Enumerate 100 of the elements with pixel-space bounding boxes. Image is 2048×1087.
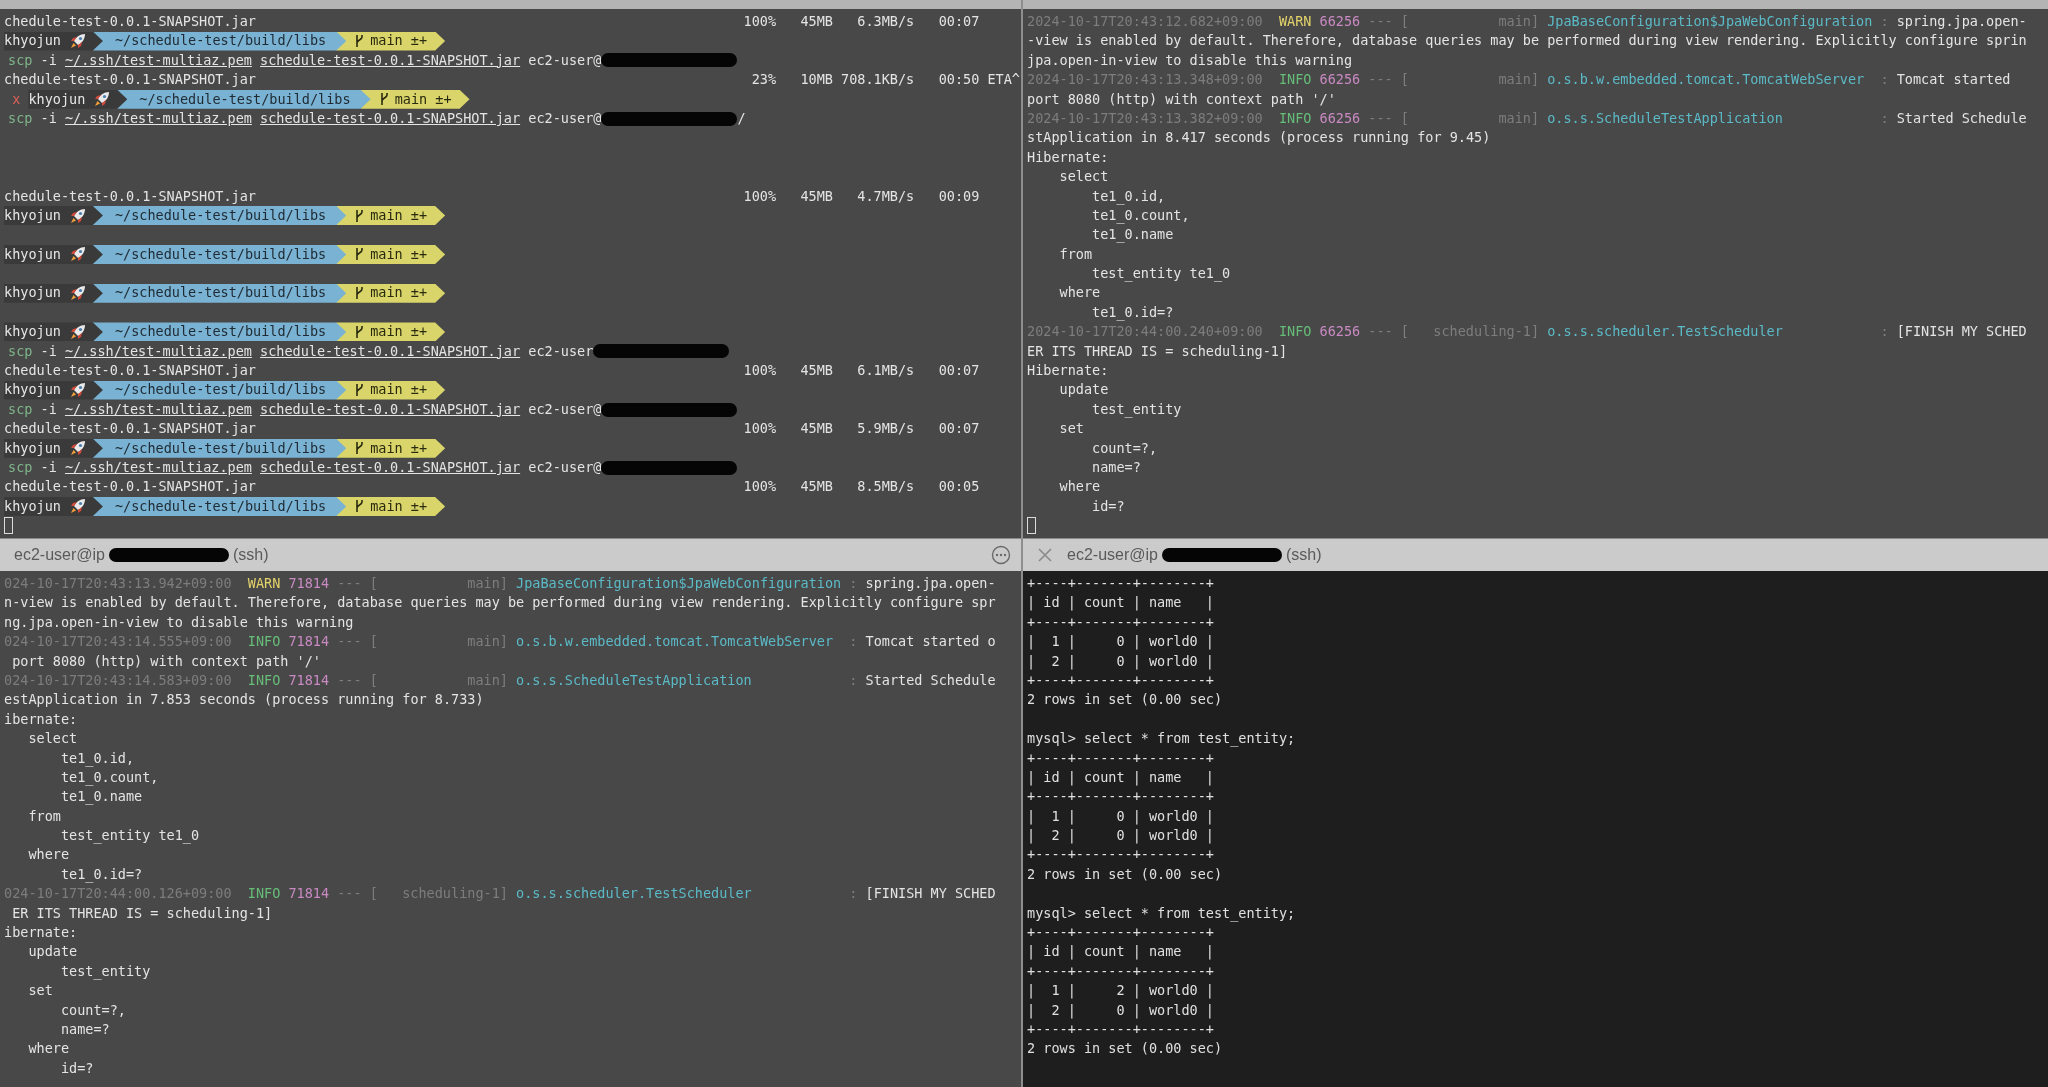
- terminal-line: from: [1058, 244, 1093, 264]
- progress-percent: 100%: [743, 419, 777, 439]
- log-separator: :: [849, 632, 858, 652]
- prompt-path: ~/schedule-test/build/libs: [92, 496, 347, 516]
- terminal-line: te1_0.id,: [59, 748, 135, 768]
- terminal-line: where: [1058, 283, 1101, 303]
- more-icon[interactable]: [991, 545, 1011, 565]
- terminal-line: mysql> select * from test_entity;: [1027, 729, 1296, 749]
- command-option: -i: [40, 458, 57, 478]
- transfer-rate: 8.5MB/s: [856, 477, 915, 497]
- close-icon[interactable]: [1037, 547, 1053, 563]
- branch-icon: [354, 383, 365, 398]
- command-name: scp: [8, 108, 33, 128]
- terminal-line: | 1 | 0 | world0 |: [1027, 806, 1214, 827]
- logger-name: o.s.s.ScheduleTestApplication: [1547, 108, 1784, 128]
- file-name: chedule-test-0.0.1-SNAPSHOT.jar: [4, 361, 257, 381]
- log-separator: --- [: [337, 670, 378, 690]
- log-message: [FINISH MY SCHED: [865, 884, 996, 904]
- log-message: spring.jpa.open-: [1896, 12, 2027, 31]
- branch-icon: [378, 92, 389, 107]
- terminal-line: name=?: [59, 1020, 110, 1039]
- file-name: chedule-test-0.0.1-SNAPSHOT.jar: [4, 70, 257, 90]
- command-option: -i: [40, 50, 57, 71]
- transfer-rate: 4.7MB/s: [856, 186, 915, 206]
- terminal-line: 2 rows in set (0.00 sec): [1027, 1039, 1223, 1059]
- transfer-size: 45MB: [800, 12, 833, 31]
- process-id: 66256: [1319, 108, 1361, 128]
- terminal-line: +----+-------+--------+: [1027, 923, 1214, 943]
- log-separator: :: [1880, 12, 1889, 31]
- process-id: 71814: [288, 670, 330, 690]
- file-path: schedule-test-0.0.1-SNAPSHOT.jar: [260, 458, 521, 477]
- log-message: Started Schedule: [1896, 108, 2027, 128]
- terminal-line: test_entity te1_0: [1091, 264, 1231, 284]
- log-separator: ]: [499, 574, 508, 593]
- progress-percent: 100%: [743, 12, 777, 31]
- terminal-line: jpa.open-in-view to disable this warning: [1027, 50, 1353, 70]
- file-path: schedule-test-0.0.1-SNAPSHOT.jar: [260, 399, 521, 419]
- prompt-path: ~/schedule-test/build/libs: [92, 322, 347, 342]
- terminal-line: mysql> select * from test_entity;: [1027, 903, 1296, 924]
- host-name: ec2-user@: [528, 399, 602, 419]
- progress-percent: 100%: [743, 361, 777, 381]
- log-message: [FINISH MY SCHED: [1896, 322, 2027, 342]
- file-path: ~/.ssh/test-multiaz.pem: [64, 341, 252, 361]
- file-path: ~/.ssh/test-multiaz.pem: [64, 458, 252, 477]
- log-separator: :: [1880, 70, 1889, 90]
- log-level: WARN: [247, 574, 281, 593]
- progress-percent: 100%: [743, 477, 777, 497]
- terminal-line: ER ITS THREAD IS = scheduling-1]: [1027, 341, 1288, 361]
- host-name: ec2-user@: [528, 458, 602, 477]
- terminal-line: stApplication in 8.417 seconds (process running for 9.45): [1027, 128, 1491, 148]
- user-name: khyojun: [4, 283, 61, 303]
- user-name: khyojun: [4, 380, 61, 400]
- error-mark: x: [12, 89, 21, 109]
- process-id: 71814: [288, 884, 330, 904]
- log-separator: --- [: [1368, 70, 1409, 90]
- log-separator: ]: [1530, 12, 1540, 31]
- transfer-time: 00:07: [938, 12, 981, 31]
- branch-name: main ±+: [370, 31, 428, 51]
- terminal-line: id=?: [59, 1058, 94, 1078]
- process-id: 66256: [1319, 12, 1361, 31]
- log-separator: ]: [1530, 108, 1540, 128]
- tab-title[interactable]: ec2-user@ip: [14, 546, 105, 564]
- cursor: [4, 517, 13, 535]
- terminal-line: ng.jpa.open-in-view to disable this warning: [4, 612, 354, 632]
- transfer-size: 45MB: [800, 186, 833, 206]
- log-message: spring.jpa.open-: [865, 574, 996, 593]
- log-separator: :: [849, 574, 858, 593]
- host-name: ec2-user@: [528, 50, 602, 70]
- rocket-icon: [68, 245, 87, 264]
- tab-suffix: (ssh): [1285, 546, 1322, 564]
- terminal-line: where: [1058, 477, 1101, 497]
- command-name: scp: [8, 458, 33, 477]
- terminal-line: te1_0.name: [59, 787, 143, 807]
- log-level: INFO: [247, 670, 281, 690]
- prompt-path: ~/schedule-test/build/libs: [92, 206, 347, 226]
- log-level: INFO: [1278, 108, 1312, 128]
- tab-title[interactable]: ec2-user@ip: [1067, 546, 1158, 564]
- transfer-size: 45MB: [800, 419, 833, 439]
- branch-icon: [354, 441, 365, 456]
- terminal-line: ibernate:: [4, 923, 78, 943]
- progress-percent: 23%: [750, 70, 777, 90]
- rocket-icon: [68, 497, 87, 516]
- terminal-line: +----+-------+--------+: [1027, 961, 1214, 981]
- terminal-line: n-view is enabled by default. Therefore, database queries may be performed during view rendering. Explicitly configure spr: [4, 593, 996, 613]
- tab-suffix: (ssh): [232, 546, 269, 564]
- branch-name: main ±+: [370, 496, 428, 516]
- file-name: chedule-test-0.0.1-SNAPSHOT.jar: [4, 12, 257, 31]
- prompt-path: ~/schedule-test/build/libs: [117, 89, 371, 109]
- branch-name: main ±+: [370, 205, 428, 225]
- transfer-time: 00:09: [938, 186, 981, 206]
- terminal-line: +----+-------+--------+: [1027, 574, 1214, 593]
- branch-icon: [354, 324, 365, 339]
- terminal-line: select: [1058, 167, 1109, 187]
- command-name: scp: [8, 341, 33, 361]
- file-path: schedule-test-0.0.1-SNAPSHOT.jar: [260, 50, 521, 70]
- terminal-line: te1_0.count,: [1091, 205, 1190, 226]
- logger-name: JpaBaseConfiguration$JpaWebConfiguration: [1547, 12, 1873, 31]
- log-message: Tomcat started: [1896, 70, 2011, 90]
- host-name: ec2-user@: [528, 108, 602, 128]
- terminal-line: | id | count | name |: [1027, 942, 1214, 962]
